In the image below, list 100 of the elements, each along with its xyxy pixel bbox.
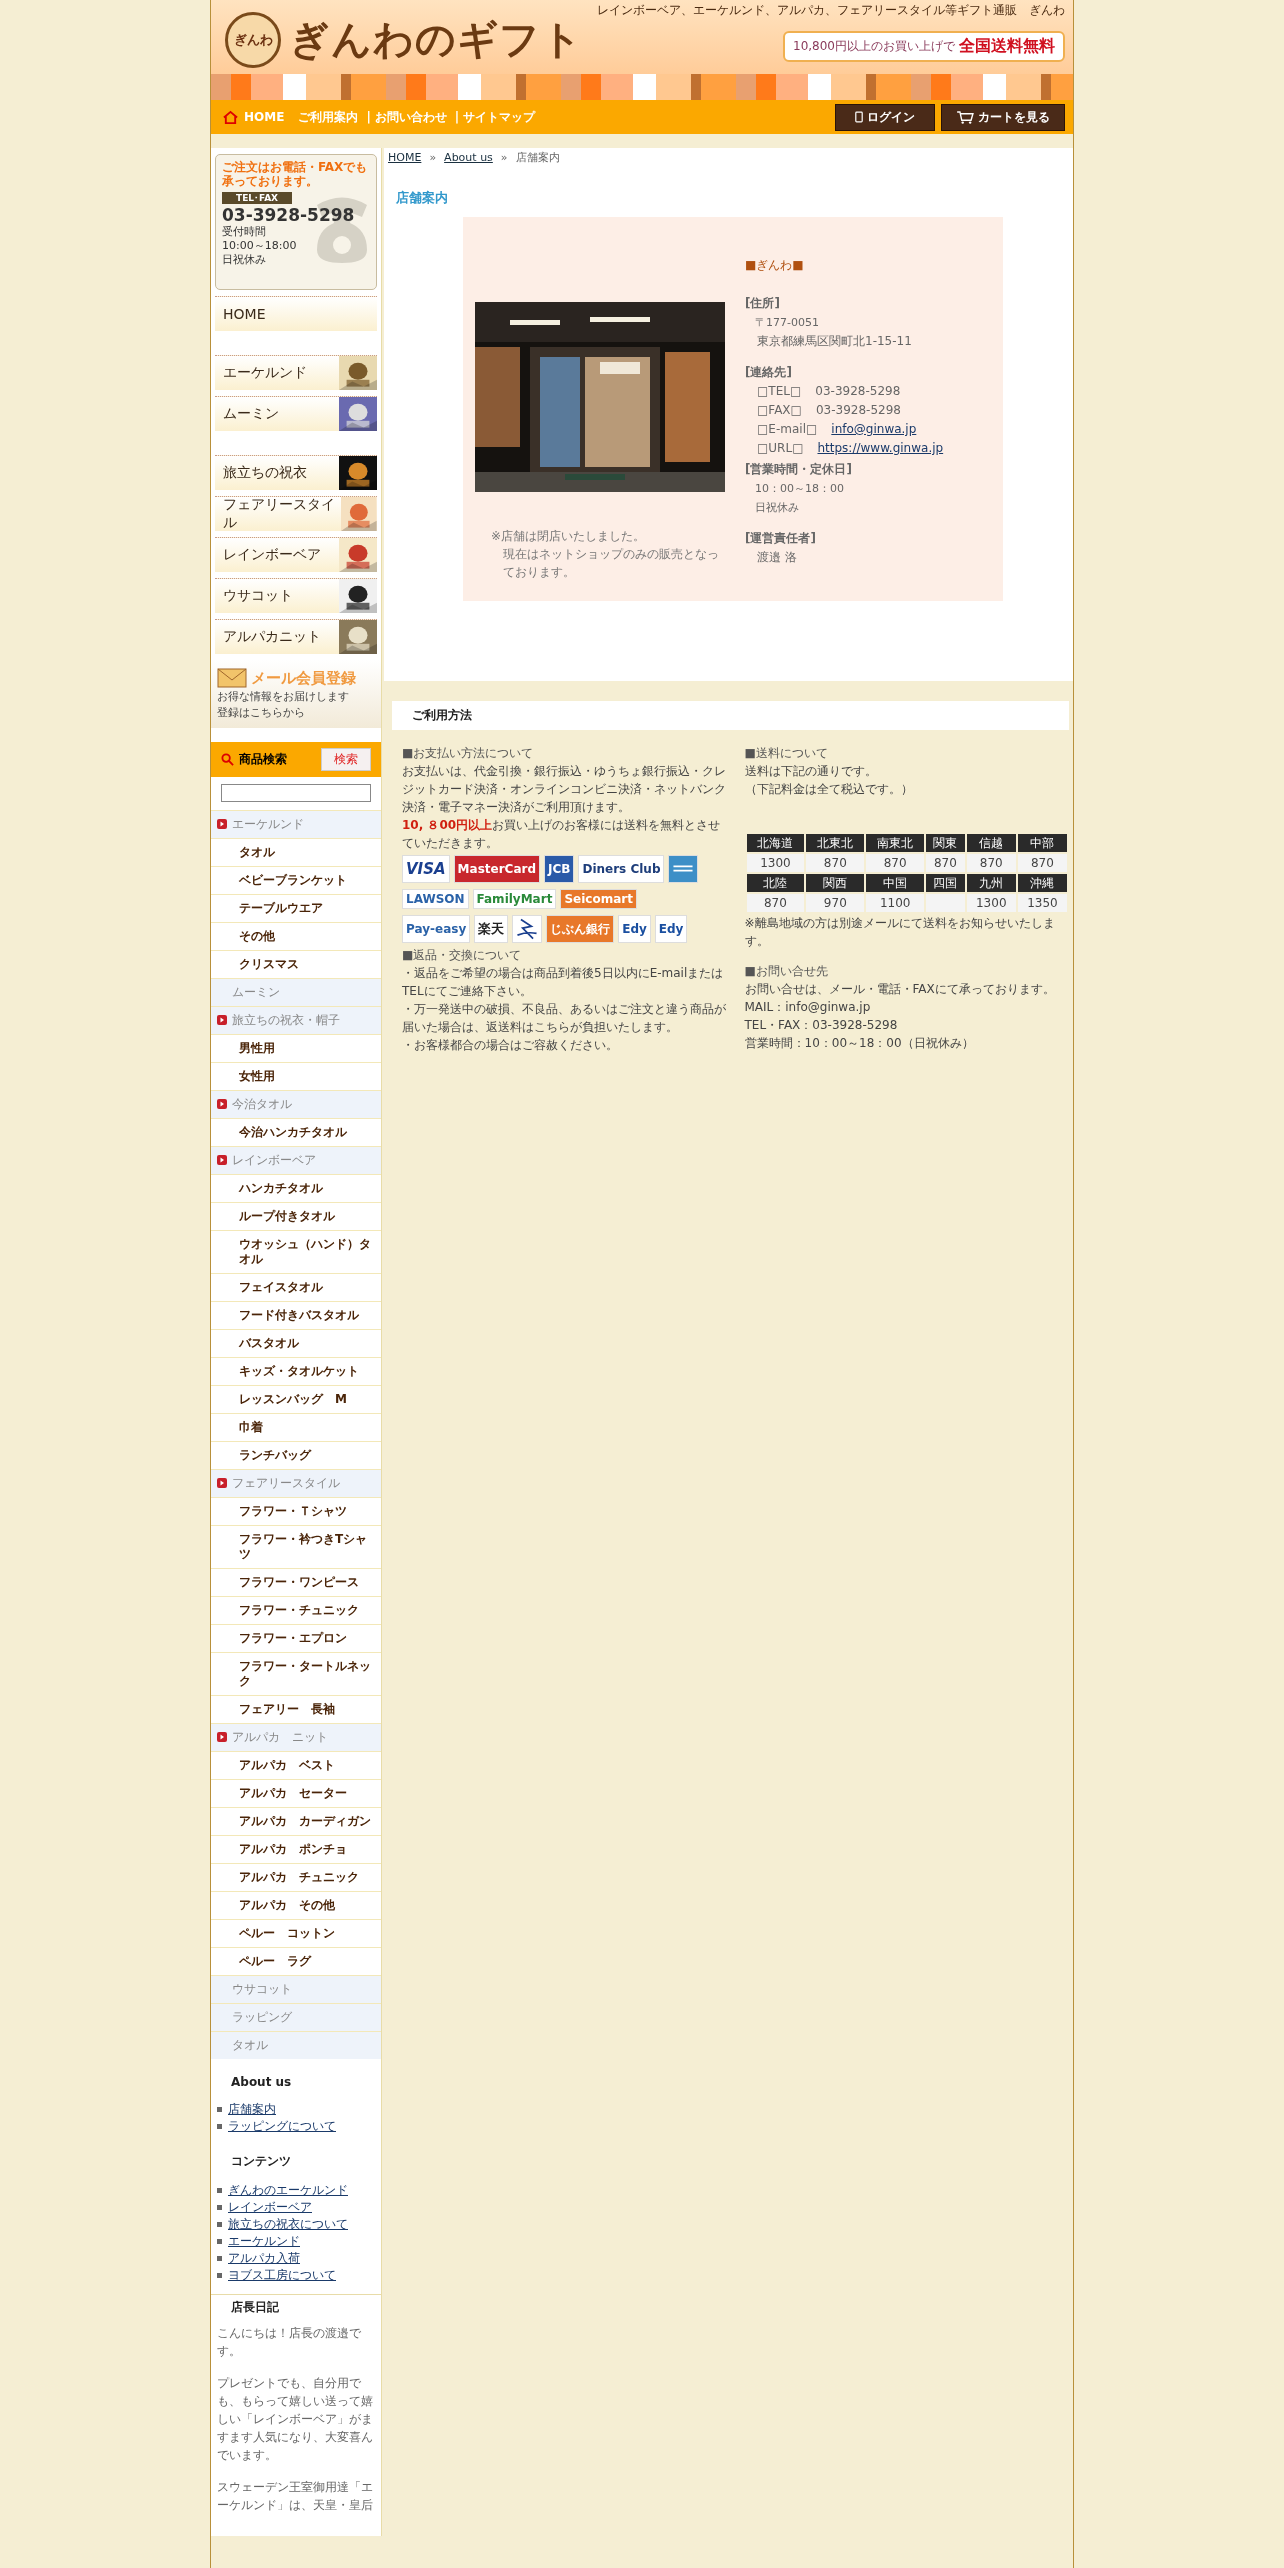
envelope-icon xyxy=(217,668,247,688)
breadcrumb-link[interactable]: About us xyxy=(444,151,493,164)
price-cell: 1350 xyxy=(1017,894,1067,912)
search-button[interactable]: 検索 xyxy=(321,748,371,771)
subcategory-item[interactable]: タオル xyxy=(211,837,381,866)
sidebar-link[interactable]: レインボーベア xyxy=(228,2198,312,2216)
sidebar-link[interactable]: ぎんわのエーケルンド xyxy=(228,2181,348,2199)
subcategory-item[interactable]: ウオッシュ（ハンド）タオル xyxy=(211,1229,381,1273)
bank-logo-icon xyxy=(512,915,543,943)
price-cell: 870 xyxy=(866,854,925,872)
section-title: ご利用方法 xyxy=(412,708,472,722)
sidebar-link[interactable]: ヨブス工房について xyxy=(228,2266,336,2284)
subcategory-item[interactable]: ループ付きタオル xyxy=(211,1201,381,1230)
subcategory-item[interactable]: レッスンバッグ M xyxy=(211,1384,381,1413)
side-menu-item[interactable]: エーケルンド xyxy=(215,355,377,390)
subcategory-item[interactable]: アルパカ その他 xyxy=(211,1890,381,1919)
subcategory-item[interactable]: ベビーブランケット xyxy=(211,865,381,894)
bullet-icon xyxy=(217,2204,222,2210)
price-cell: 870 xyxy=(1017,854,1067,872)
subcategory-item[interactable]: アルパカ カーディガン xyxy=(211,1806,381,1835)
arrow-icon xyxy=(217,1478,227,1488)
subcategory-item[interactable]: 女性用 xyxy=(211,1061,381,1090)
side-menu-item[interactable]: ウサコット xyxy=(215,578,377,613)
bullet-icon xyxy=(217,2187,222,2193)
subcategory-item[interactable]: フラワー・Ｔシャツ xyxy=(211,1496,381,1525)
contact-label: □FAX□ xyxy=(757,402,802,419)
login-button[interactable]: ログイン xyxy=(835,103,935,131)
hours-text: 日祝休み xyxy=(222,253,266,268)
nav-separator: | xyxy=(366,110,371,124)
subcategory-item[interactable]: フェアリー 長袖 xyxy=(211,1694,381,1723)
cart-button[interactable]: カートを見る xyxy=(941,103,1065,131)
promo-text: 10,800円以上のお買い上げで xyxy=(793,38,955,55)
info-heading: [運営責任者] xyxy=(745,530,817,547)
search-field[interactable] xyxy=(221,783,371,802)
region-cell: 北海道 xyxy=(746,834,805,852)
info-text: 渡邉 洛 xyxy=(756,549,798,566)
sidebar-link[interactable]: アルパカ入荷 xyxy=(228,2249,300,2267)
subcategory-item[interactable]: フード付きバスタオル xyxy=(211,1300,381,1329)
subcategory-item[interactable]: ハンカチタオル xyxy=(211,1173,381,1202)
sidebar-link[interactable]: 店舗案内 xyxy=(228,2100,276,2118)
sidebar-link[interactable]: エーケルンド xyxy=(228,2232,300,2250)
tel-fax-tag: TEL･FAX xyxy=(222,191,293,204)
bullet-icon xyxy=(217,2272,222,2278)
subcategory-item[interactable]: その他 xyxy=(211,921,381,950)
subcategory-item[interactable]: ペルー ラグ xyxy=(211,1946,381,1975)
returns-text: ・お客様都合の場合はご容赦ください。 xyxy=(402,1037,619,1054)
card-logo-icon xyxy=(668,855,699,883)
side-menu-item[interactable]: レインボーベア xyxy=(215,537,377,572)
subcategory-item[interactable]: フラワー・チュニック xyxy=(211,1595,381,1624)
subcategory-item[interactable]: バスタオル xyxy=(211,1328,381,1357)
sidebar-link[interactable]: 旅立ちの祝衣について xyxy=(228,2215,348,2233)
search-icon xyxy=(221,753,234,766)
contact-text: お問い合せは、メール・電話・FAXにて承っております。 xyxy=(744,981,1056,998)
tagline: レインボーベア、エーケルンド、アルパカ、フェアリースタイル等ギフト通販 ぎんわ xyxy=(597,2,1066,19)
home-icon xyxy=(223,109,238,125)
bullet-icon xyxy=(217,2238,222,2244)
subcategory-item[interactable]: 巾着 xyxy=(211,1412,381,1441)
section-heading: About us xyxy=(230,2073,293,2091)
subcategory-item[interactable]: クリスマス xyxy=(211,949,381,978)
side-menu-item[interactable]: ムーミン xyxy=(215,396,377,431)
subcategory-item[interactable]: ペルー コットン xyxy=(211,1918,381,1947)
subcategory-item[interactable]: アルパカ ベスト xyxy=(211,1750,381,1779)
subcategory-item[interactable]: キッズ・タオルケット xyxy=(211,1356,381,1385)
subcategory-item[interactable]: フェイスタオル xyxy=(211,1272,381,1301)
payment-logo: じぶん銀行 xyxy=(546,915,615,943)
side-menu-item[interactable]: フェアリースタイル xyxy=(215,496,377,531)
arrow-icon xyxy=(217,1155,227,1165)
info-text: 日祝休み xyxy=(754,500,800,516)
subcategory-item[interactable]: ランチバッグ xyxy=(211,1440,381,1469)
subcategory-item[interactable]: フラワー・ワンピース xyxy=(211,1567,381,1596)
sidebar-link[interactable]: ラッピングについて xyxy=(228,2117,336,2135)
contact-link[interactable]: https://www.ginwa.jp xyxy=(817,439,944,458)
price-cell: 1100 xyxy=(866,894,925,912)
section-heading: コンテンツ xyxy=(230,2152,292,2170)
subcategory-item[interactable]: アルパカ ポンチョ xyxy=(211,1834,381,1863)
side-menu-item[interactable]: アルパカニット xyxy=(215,619,377,654)
contact-link[interactable]: info@ginwa.jp xyxy=(831,420,917,439)
contact-label: □TEL□ xyxy=(757,383,802,400)
payment-logo: Diners Club xyxy=(578,855,665,883)
logo-badge[interactable]: ぎんわ xyxy=(225,11,281,68)
island-note: ※離島地域の方は別途メールにて送料をお知らせいたします。 xyxy=(744,915,1056,950)
price-cell: 870 xyxy=(966,854,1016,872)
subcategory-item[interactable]: フラワー・衿つきTシャツ xyxy=(211,1524,381,1568)
subcategory-item[interactable]: 今治ハンカチタオル xyxy=(211,1117,381,1146)
subcategory-item[interactable]: フラワー・エプロン xyxy=(211,1623,381,1652)
price-cell: 1300 xyxy=(746,854,805,872)
subcategory-item[interactable]: アルパカ チュニック xyxy=(211,1862,381,1891)
diary-text: こんにちは！店長の渡邉です。 xyxy=(216,2324,362,2360)
subcategory-item[interactable]: 男性用 xyxy=(211,1033,381,1062)
info-heading: [住所] xyxy=(745,295,781,312)
subcategory-item[interactable]: テーブルウエア xyxy=(211,893,381,922)
region-cell: 南東北 xyxy=(866,834,925,852)
subcategory-item[interactable]: フラワー・タートルネック xyxy=(211,1651,381,1695)
section-heading: 店長日記 xyxy=(230,2298,280,2316)
payment-logo: MasterCard xyxy=(453,855,540,883)
side-menu-item[interactable]: HOME xyxy=(215,296,377,331)
subcategory-item[interactable]: アルパカ セーター xyxy=(211,1778,381,1807)
side-menu-item[interactable]: 旅立ちの祝衣 xyxy=(215,455,377,490)
breadcrumb-link[interactable]: HOME xyxy=(388,151,422,164)
site-title[interactable]: ぎんわのギフト xyxy=(289,12,583,67)
